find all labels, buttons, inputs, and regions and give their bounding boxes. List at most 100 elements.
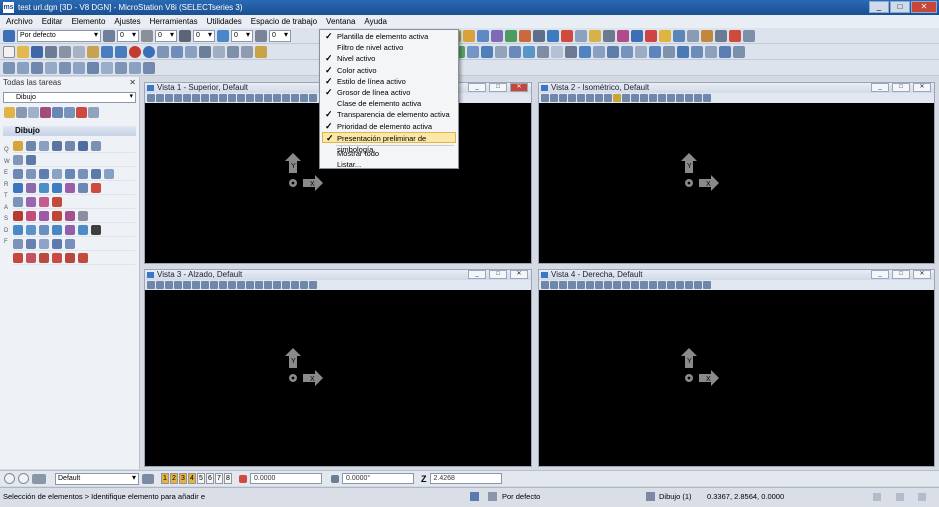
tool-icon[interactable] xyxy=(26,224,36,235)
tool-icon[interactable] xyxy=(156,281,164,289)
tool-icon[interactable] xyxy=(91,168,101,179)
dropdown-item-element-template[interactable]: ✓ Plantilla de elemento activa xyxy=(320,31,458,42)
tool-icon[interactable] xyxy=(157,45,169,58)
tool-icon[interactable] xyxy=(183,94,191,102)
level-icon[interactable] xyxy=(103,29,115,42)
tool-icon[interactable] xyxy=(523,45,535,58)
fit-view-icon[interactable] xyxy=(219,281,227,289)
tool-icon[interactable] xyxy=(701,29,713,42)
view-close-button[interactable]: ✕ xyxy=(510,83,528,92)
tool-icon[interactable] xyxy=(31,61,43,74)
tool-icon[interactable] xyxy=(715,29,727,42)
zoom-in-icon[interactable] xyxy=(586,94,594,102)
tool-icon[interactable] xyxy=(645,29,657,42)
open-file-icon[interactable] xyxy=(17,45,29,58)
tool-icon[interactable] xyxy=(52,210,62,221)
view-attributes-icon[interactable] xyxy=(541,94,549,102)
record-icon[interactable] xyxy=(129,45,141,58)
tool-icon[interactable] xyxy=(640,94,648,102)
color-select[interactable]: 0 xyxy=(155,29,177,42)
style-select[interactable]: Por defecto xyxy=(17,29,101,42)
tool-icon[interactable] xyxy=(213,45,225,58)
view-4[interactable]: Vista 4 - Derecha, Default _ □ ✕ Y X xyxy=(538,269,935,467)
tool-icon[interactable] xyxy=(52,107,63,118)
tool-icon[interactable] xyxy=(273,281,281,289)
view-attributes-icon[interactable] xyxy=(541,281,549,289)
forward-icon[interactable] xyxy=(18,473,29,484)
tool-icon[interactable] xyxy=(91,224,101,235)
maximize-button[interactable]: □ xyxy=(890,1,910,13)
tool-icon[interactable] xyxy=(561,29,573,42)
tool-icon[interactable] xyxy=(467,45,479,58)
tool-icon[interactable] xyxy=(174,281,182,289)
tool-icon[interactable] xyxy=(300,94,308,102)
tool-icon[interactable] xyxy=(156,94,164,102)
menu-herramientas[interactable]: Herramientas xyxy=(150,17,198,26)
window-area-icon[interactable] xyxy=(604,94,612,102)
tool-icon[interactable] xyxy=(171,45,183,58)
view-attributes-icon[interactable] xyxy=(147,281,155,289)
tool-icon[interactable] xyxy=(705,45,717,58)
menu-ventana[interactable]: Ventana xyxy=(326,17,355,26)
tool-icon[interactable] xyxy=(309,94,317,102)
tool-icon[interactable] xyxy=(477,29,489,42)
tool-icon[interactable] xyxy=(26,238,36,249)
redo-icon[interactable] xyxy=(115,45,127,58)
rotate-view-icon[interactable] xyxy=(622,281,630,289)
menu-espacio-de-trabajo[interactable]: Espacio de trabajo xyxy=(251,17,317,26)
view-maximize-button[interactable]: □ xyxy=(489,270,507,279)
tool-icon[interactable] xyxy=(40,107,51,118)
tool-icon[interactable] xyxy=(694,94,702,102)
tool-icon[interactable] xyxy=(559,94,567,102)
menu-elemento[interactable]: Elemento xyxy=(72,17,106,26)
view-close-button[interactable]: ✕ xyxy=(913,83,931,92)
tool-icon[interactable] xyxy=(26,154,36,165)
zoom-in-icon[interactable] xyxy=(586,281,594,289)
tool-icon[interactable] xyxy=(16,107,27,118)
zoom-out-icon[interactable] xyxy=(595,281,603,289)
new-file-icon[interactable] xyxy=(3,45,15,58)
menu-ayuda[interactable]: Ayuda xyxy=(364,17,387,26)
view-button-3[interactable]: 3 xyxy=(179,473,187,484)
view-minimize-button[interactable]: _ xyxy=(871,270,889,279)
dropdown-item-active-color[interactable]: ✓ Color activo xyxy=(320,65,458,76)
tool-icon[interactable] xyxy=(733,45,745,58)
tool-icon[interactable] xyxy=(13,238,23,249)
weight-icon[interactable] xyxy=(217,29,229,42)
tool-icon[interactable] xyxy=(183,281,191,289)
tool-icon[interactable] xyxy=(13,252,23,263)
view-button-5[interactable]: 5 xyxy=(197,473,205,484)
tool-icon[interactable] xyxy=(227,45,239,58)
tool-icon[interactable] xyxy=(39,238,49,249)
tool-icon[interactable] xyxy=(533,29,545,42)
tool-icon[interactable] xyxy=(568,281,576,289)
tool-icon[interactable] xyxy=(39,168,49,179)
tool-icon[interactable] xyxy=(621,45,633,58)
tool-icon[interactable] xyxy=(663,45,675,58)
tool-icon[interactable] xyxy=(78,140,88,151)
tool-icon[interactable] xyxy=(589,29,601,42)
tool-icon[interactable] xyxy=(3,61,15,74)
accudraw-icon[interactable] xyxy=(239,474,247,483)
tool-icon[interactable] xyxy=(550,94,558,102)
tool-icon[interactable] xyxy=(13,182,23,193)
zoom-in-icon[interactable] xyxy=(192,94,200,102)
tool-icon[interactable] xyxy=(577,281,585,289)
tool-icon[interactable] xyxy=(255,281,263,289)
view-close-button[interactable]: ✕ xyxy=(510,270,528,279)
tool-icon[interactable] xyxy=(17,61,29,74)
style-icon[interactable] xyxy=(488,492,497,501)
tool-icon[interactable] xyxy=(52,140,62,151)
tool-icon[interactable] xyxy=(676,281,684,289)
tool-icon[interactable] xyxy=(59,61,71,74)
view-minimize-button[interactable]: _ xyxy=(468,270,486,279)
tool-icon[interactable] xyxy=(78,210,88,221)
tool-icon[interactable] xyxy=(703,94,711,102)
tool-icon[interactable] xyxy=(300,281,308,289)
tool-icon[interactable] xyxy=(685,281,693,289)
menu-utilidades[interactable]: Utilidades xyxy=(207,17,242,26)
level-select[interactable]: 0 xyxy=(117,29,139,42)
transparency-icon[interactable] xyxy=(255,29,267,42)
tool-icon[interactable] xyxy=(255,45,267,58)
tool-icon[interactable] xyxy=(241,45,253,58)
